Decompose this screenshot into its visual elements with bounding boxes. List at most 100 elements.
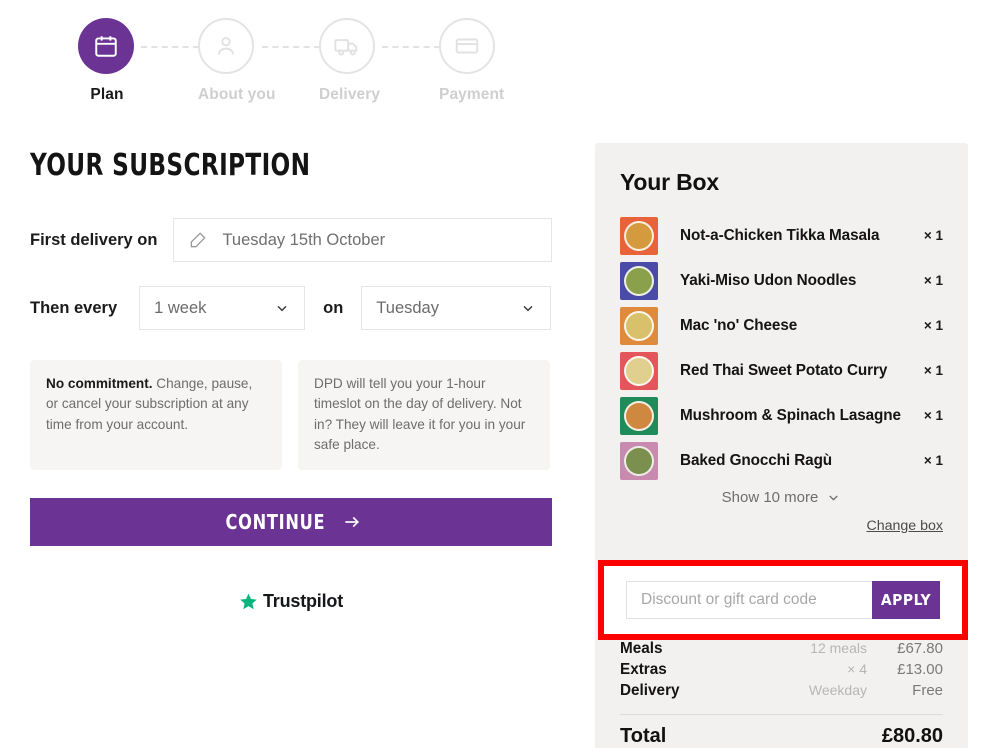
discount-code-input[interactable] [626, 581, 872, 619]
change-box-link[interactable]: Change box [620, 518, 943, 534]
totals-row-value: £67.80 [897, 640, 943, 657]
totals-row-detail: × 4 [847, 661, 867, 677]
totals-row-detail: 12 meals [810, 640, 867, 656]
totals-row: Meals 12 meals £67.80 [620, 640, 943, 661]
continue-button[interactable]: CONTINUE [30, 497, 552, 546]
person-icon [217, 37, 235, 55]
meal-thumbnail-bowl [624, 220, 654, 251]
step-payment-circle [439, 18, 495, 74]
meal-thumbnail-bowl [624, 400, 654, 431]
meal-quantity: × 1 [923, 408, 943, 423]
total-value: £80.80 [881, 725, 943, 747]
frequency-row: Then every 1 week on Tuesday [30, 286, 552, 330]
totals-row: Delivery Weekday Free [620, 682, 943, 703]
meal-thumbnail [620, 351, 658, 390]
day-select-value: Tuesday [376, 298, 439, 317]
meal-name: Red Thai Sweet Potato Curry [680, 361, 888, 379]
meal-quantity: × 1 [923, 228, 943, 243]
meal-quantity: × 1 [923, 318, 943, 333]
meal-thumbnail-bowl [624, 265, 654, 296]
meal-thumbnail [620, 261, 658, 300]
meal-name: Baked Gnocchi Ragù [680, 451, 833, 469]
info-notes: No commitment. Change, pause, or cancel … [30, 360, 552, 470]
step-plan[interactable]: Plan [78, 18, 136, 104]
apply-discount-button[interactable]: APPLY [872, 581, 940, 619]
meal-name: Not-a-Chicken Tikka Masala [680, 226, 880, 244]
page-title: YOUR SUBSCRIPTION [30, 148, 311, 183]
frequency-select[interactable]: 1 week [139, 286, 306, 330]
step-about-you-circle [198, 18, 254, 74]
meal-quantity: × 1 [923, 363, 943, 378]
step-delivery-circle [319, 18, 375, 74]
step-delivery[interactable]: Delivery [319, 18, 381, 104]
truck-icon [334, 39, 358, 56]
meal-thumbnail [620, 441, 658, 480]
meal-thumbnail-bowl [624, 355, 654, 386]
note-no-commitment: No commitment. Change, pause, or cancel … [30, 360, 282, 470]
meal-row: Baked Gnocchi Ragù × 1 [620, 438, 943, 483]
checkout-stepper: Plan About you Delivery Payment [78, 18, 508, 118]
step-delivery-label: Delivery [319, 86, 381, 103]
totals-row: Extras × 4 £13.00 [620, 661, 943, 682]
totals-row-value: £13.00 [897, 661, 943, 678]
discount-highlight-annotation: APPLY [598, 560, 968, 640]
step-about-you[interactable]: About you [198, 18, 276, 104]
totals-row-detail: Weekday [808, 682, 867, 698]
first-delivery-date-value: Tuesday 15th October [222, 230, 386, 249]
total-label: Total [620, 725, 667, 747]
step-plan-label: Plan [90, 86, 124, 103]
note-dpd: DPD will tell you your 1-hour timeslot o… [298, 360, 550, 470]
your-box-title: Your Box [620, 169, 719, 195]
calendar-icon [95, 36, 117, 57]
then-every-label: Then every [30, 298, 118, 317]
meal-row: Yaki-Miso Udon Noodles × 1 [620, 258, 943, 303]
step-payment-label: Payment [439, 86, 505, 103]
checkout-page: Plan About you Delivery Payment YOUR SUB… [0, 0, 1000, 748]
totals-row-label: Delivery [620, 682, 680, 699]
on-label: on [323, 298, 344, 317]
totals-row-value: Free [912, 682, 943, 699]
chevron-down-icon [277, 305, 287, 312]
meal-thumbnail [620, 306, 658, 345]
totals-row-label: Meals [620, 640, 663, 657]
discount-form: APPLY [626, 581, 940, 619]
meal-thumbnail-bowl [624, 310, 654, 341]
meal-row: Not-a-Chicken Tikka Masala × 1 [620, 213, 943, 258]
subscription-section: YOUR SUBSCRIPTION First delivery on Tues… [30, 148, 552, 612]
meal-row: Red Thai Sweet Potato Curry × 1 [620, 348, 943, 393]
show-more-label: Show 10 more [721, 489, 819, 506]
meal-quantity: × 1 [923, 273, 943, 288]
credit-card-icon [455, 38, 479, 54]
total-row: Total £80.80 [620, 725, 943, 748]
meal-thumbnail [620, 396, 658, 435]
meal-name: Mac 'no' Cheese [680, 316, 798, 334]
frequency-select-value: 1 week [154, 298, 207, 317]
star-icon [240, 593, 257, 609]
edit-pencil-icon [191, 232, 207, 248]
step-about-you-label: About you [198, 86, 276, 103]
meal-thumbnail-bowl [624, 445, 654, 476]
continue-button-label: CONTINUE [225, 509, 326, 534]
order-totals: Meals 12 meals £67.80 Extras × 4 £13.00 Delive… [620, 640, 943, 748]
meal-list: Not-a-Chicken Tikka Masala × 1 Yaki-Miso U… [620, 213, 943, 483]
totals-divider [620, 714, 943, 715]
note-dpd-text: DPD will tell you your 1-hour timeslot o… [314, 376, 526, 453]
first-delivery-row: First delivery on Tuesday 15th October [30, 218, 552, 262]
step-payment[interactable]: Payment [439, 18, 505, 104]
meal-name: Mushroom & Spinach Lasagne [680, 406, 901, 424]
trustpilot-badge[interactable]: Trustpilot [30, 591, 552, 612]
totals-row-label: Extras [620, 661, 667, 678]
meal-thumbnail [620, 216, 658, 255]
meal-row: Mac 'no' Cheese × 1 [620, 303, 943, 348]
first-delivery-date-field[interactable]: Tuesday 15th October [173, 218, 552, 262]
note-no-commitment-bold: No commitment. [46, 376, 153, 391]
trustpilot-label: Trustpilot [263, 590, 343, 611]
step-plan-circle [78, 18, 134, 74]
chevron-down-icon [829, 495, 839, 501]
arrow-right-icon [345, 516, 359, 527]
meal-quantity: × 1 [923, 453, 943, 468]
chevron-down-icon [523, 305, 533, 312]
show-more-button[interactable]: Show 10 more [620, 489, 943, 506]
day-select[interactable]: Tuesday [361, 286, 552, 330]
meal-name: Yaki-Miso Udon Noodles [680, 271, 857, 289]
